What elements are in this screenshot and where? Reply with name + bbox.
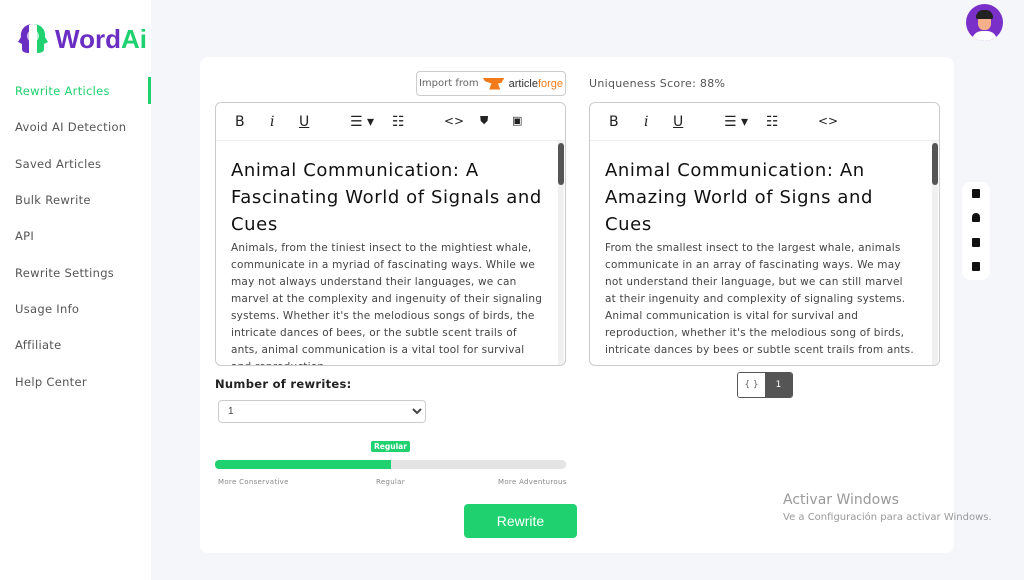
rewrites-label: Number of rewrites: xyxy=(215,377,352,391)
shield-icon[interactable]: ⛊ xyxy=(480,114,488,128)
bullet-list-icon[interactable]: ☰ ▾ xyxy=(350,114,374,130)
file-add-icon[interactable] xyxy=(972,238,980,247)
avatar[interactable] xyxy=(966,4,1003,41)
sidebar-nav: Rewrite Articles Avoid AI Detection Save… xyxy=(0,73,151,400)
italic-button[interactable]: i xyxy=(270,114,274,130)
slider-min-label: More Conservative xyxy=(218,478,289,486)
input-content[interactable]: Animal Communication: A Fascinating Worl… xyxy=(216,141,565,365)
sidebar-item-rewrite-articles[interactable]: Rewrite Articles xyxy=(0,73,151,109)
code-button[interactable]: <> xyxy=(444,114,464,128)
sidebar-item-bulk-rewrite[interactable]: Bulk Rewrite xyxy=(0,182,151,218)
sidebar-item-api[interactable]: API xyxy=(0,218,151,254)
scrollbar[interactable] xyxy=(932,141,938,365)
output-content[interactable]: Animal Communication: An Amazing World o… xyxy=(590,141,939,365)
logo-ai: Ai xyxy=(120,23,147,54)
bold-button[interactable]: B xyxy=(609,114,619,130)
slider-fill xyxy=(215,460,391,469)
scrollbar[interactable] xyxy=(558,141,564,365)
editor-toolbar: B i U ☰ ▾ ☷ <> ⛊ ▣ xyxy=(216,103,565,141)
sidebar-item-saved-articles[interactable]: Saved Articles xyxy=(0,146,151,182)
italic-button[interactable]: i xyxy=(644,114,648,130)
sidebar-item-affiliate[interactable]: Affiliate xyxy=(0,327,151,363)
rewrite-card: Import from articleforge Uniqueness Scor… xyxy=(200,57,954,553)
output-body: From the smallest insect to the largest … xyxy=(605,242,914,356)
uniqueness-score: Uniqueness Score: 88% xyxy=(589,77,726,90)
clipboard-icon[interactable] xyxy=(972,189,980,198)
input-title: Animal Communication: A Fascinating Worl… xyxy=(231,160,542,235)
bullet-list-icon[interactable]: ☰ ▾ xyxy=(724,114,748,130)
import-label: Import from xyxy=(418,78,479,89)
editor-toolbar: B i U ☰ ▾ ☷ <> xyxy=(590,103,939,141)
sidebar-item-rewrite-settings[interactable]: Rewrite Settings xyxy=(0,254,151,290)
numbered-list-icon[interactable]: ☷ xyxy=(766,114,779,130)
sidebar-item-avoid-ai-detection[interactable]: Avoid AI Detection xyxy=(0,109,151,145)
code-button[interactable]: <> xyxy=(818,114,838,128)
articleforge-logo: articleforge xyxy=(508,77,564,90)
page-1-button[interactable]: 1 xyxy=(765,373,792,397)
watermark-subtitle: Ve a Configuración para activar Windows. xyxy=(783,512,992,523)
underline-button[interactable]: U xyxy=(673,114,683,130)
creativity-slider[interactable] xyxy=(215,460,566,469)
bold-button[interactable]: B xyxy=(235,114,245,130)
underline-button[interactable]: U xyxy=(299,114,309,130)
side-tools xyxy=(962,182,990,280)
sidebar-item-help-center[interactable]: Help Center xyxy=(0,363,151,399)
slider-max-label: More Adventurous xyxy=(498,478,567,486)
output-editor[interactable]: B i U ☰ ▾ ☷ <> Animal Communication: An … xyxy=(589,102,940,366)
save-icon[interactable] xyxy=(972,262,980,271)
rewrite-button[interactable]: Rewrite xyxy=(464,504,577,538)
bell-icon[interactable] xyxy=(972,213,980,222)
json-view-button[interactable]: { } xyxy=(738,373,765,397)
output-title: Animal Communication: An Amazing World o… xyxy=(605,160,874,235)
sidebar: WordAi Rewrite Articles Avoid AI Detecti… xyxy=(0,0,151,580)
input-editor[interactable]: B i U ☰ ▾ ☷ <> ⛊ ▣ Animal Communication:… xyxy=(215,102,566,366)
watermark-title: Activar Windows xyxy=(783,492,899,508)
rewrites-select[interactable]: 1 xyxy=(218,400,426,423)
import-articleforge-button[interactable]: Import from articleforge xyxy=(416,71,566,96)
input-body: Animals, from the tiniest insect to the … xyxy=(231,242,543,365)
logo-word: Word xyxy=(55,23,121,54)
anvil-icon xyxy=(482,77,505,90)
slider-mid-label: Regular xyxy=(376,478,405,486)
brain-head-icon xyxy=(18,24,48,53)
logo[interactable]: WordAi xyxy=(15,22,147,56)
image-icon[interactable]: ▣ xyxy=(512,114,522,127)
sidebar-item-usage-info[interactable]: Usage Info xyxy=(0,291,151,327)
result-pager: { } 1 xyxy=(737,372,793,398)
numbered-list-icon[interactable]: ☷ xyxy=(392,114,405,130)
slider-value-tooltip: Regular xyxy=(371,441,410,452)
